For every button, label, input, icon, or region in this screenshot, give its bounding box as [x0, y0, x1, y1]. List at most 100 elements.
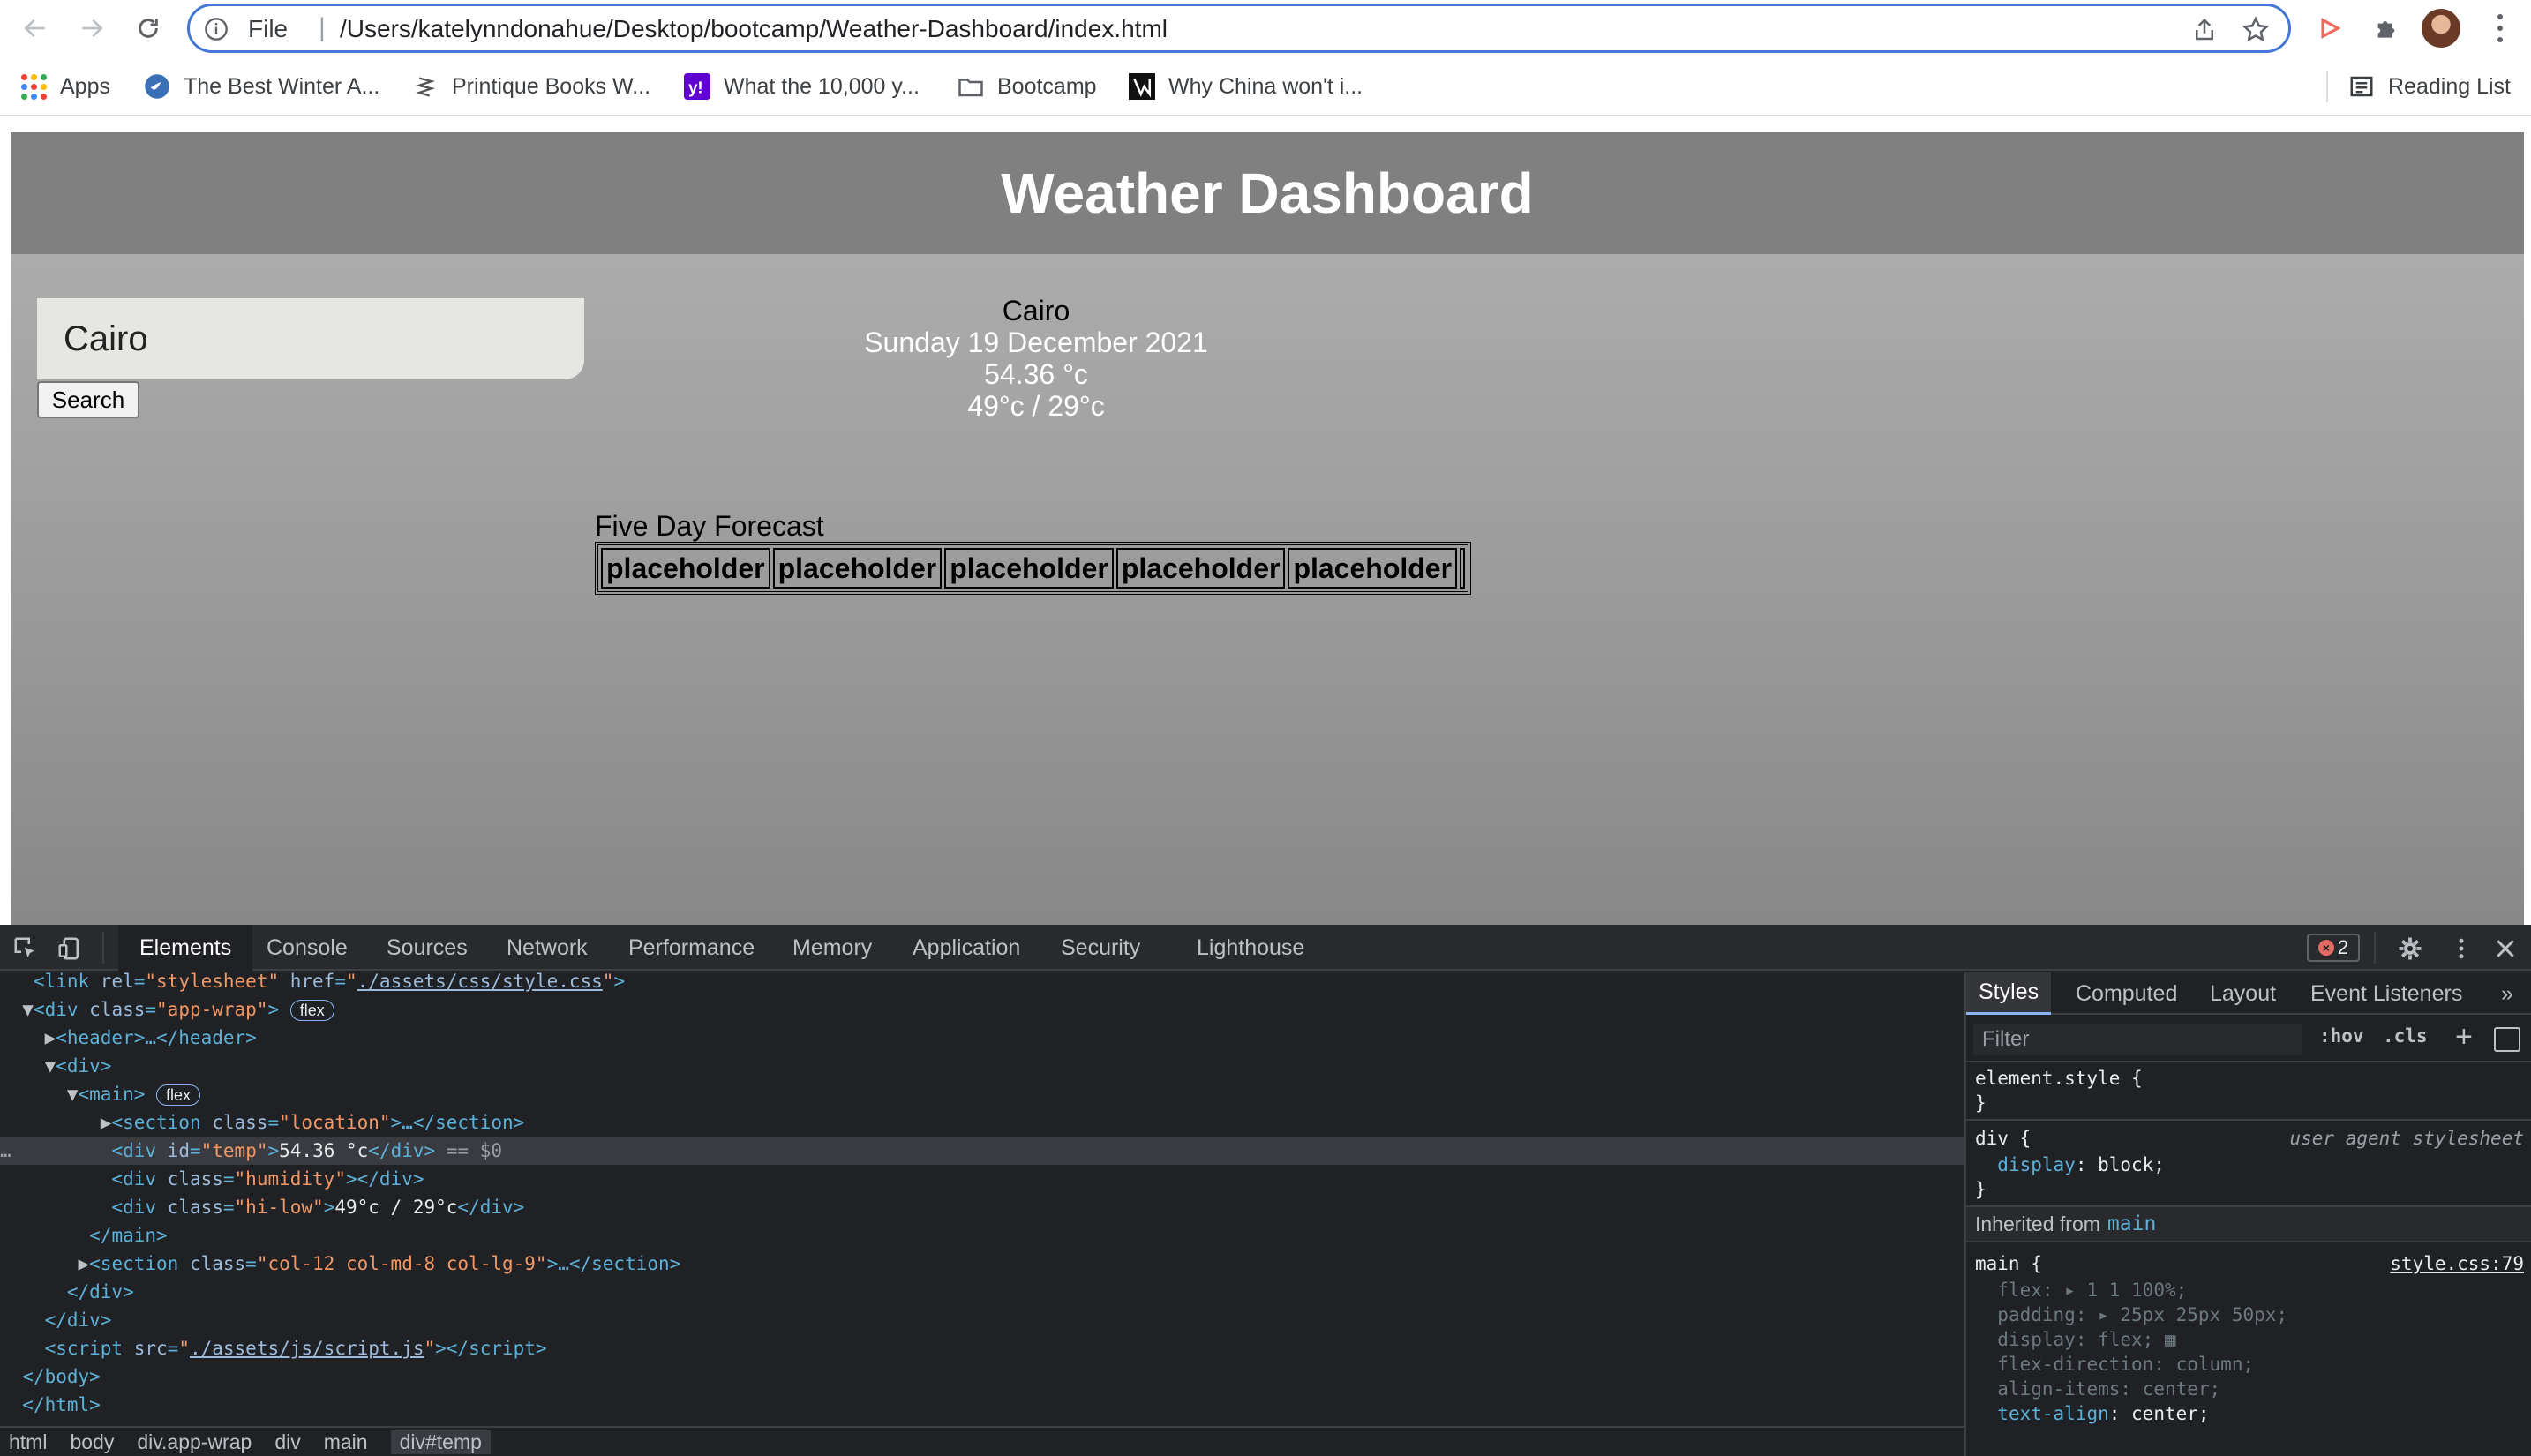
dom-node[interactable]: <div class="humidity"></div>	[0, 1165, 1964, 1193]
dom-node[interactable]: ▼<main> flex	[0, 1080, 1964, 1108]
bookmark-label: Why China won't i...	[1168, 73, 1363, 99]
tab-performance[interactable]: Performance	[628, 925, 755, 971]
dom-node[interactable]: </div>	[0, 1306, 1964, 1334]
toggle-sidebar-icon[interactable]	[2494, 1027, 2520, 1052]
css-property[interactable]: display: flex; ▦	[1975, 1327, 2175, 1352]
bookmark-label: Bootcamp	[997, 73, 1097, 99]
styles-filter-bar: Filter :hov .cls +	[1966, 1017, 2531, 1062]
flex-badge[interactable]: flex	[289, 1000, 334, 1021]
styles-sidebar: Styles Computed Layout Event Listeners »…	[1964, 972, 2531, 1456]
class-toggle[interactable]: .cls	[2383, 1025, 2428, 1047]
styles-filter-input[interactable]: Filter	[1973, 1024, 2302, 1055]
dom-node[interactable]: ▶<section class="col-12 col-md-8 col-lg-…	[0, 1250, 1964, 1278]
tab-elements[interactable]: Elements	[118, 925, 253, 971]
css-property[interactable]: display: block;	[1975, 1152, 2165, 1177]
dom-node[interactable]: ▶<section class="location">…</section>	[0, 1108, 1964, 1137]
hover-state-toggle[interactable]: :hov	[2319, 1025, 2364, 1047]
css-property[interactable]: padding: ▸ 25px 25px 50px;	[1975, 1302, 2287, 1327]
stylesheet-link[interactable]: style.css:79	[2390, 1251, 2524, 1276]
tab-event-listeners[interactable]: Event Listeners	[2310, 972, 2462, 1015]
tab-layout[interactable]: Layout	[2210, 972, 2276, 1015]
extension-cast-icon[interactable]	[2312, 11, 2347, 46]
tab-lighthouse[interactable]: Lighthouse	[1197, 925, 1304, 971]
dom-node[interactable]: <link rel="stylesheet" href="./assets/cs…	[0, 972, 1964, 995]
close-icon[interactable]	[2492, 935, 2519, 962]
more-tabs-chevron-icon[interactable]: »	[2501, 972, 2513, 1015]
forecast-cell: placeholder	[772, 548, 943, 589]
dom-node[interactable]: </div>	[0, 1278, 1964, 1306]
settings-gear-icon[interactable]	[2397, 935, 2423, 962]
browser-menu-icon[interactable]	[2487, 11, 2513, 46]
bookmark-winter[interactable]: The Best Winter A...	[143, 71, 379, 102]
element-style-selector[interactable]: element.style {	[1975, 1066, 2143, 1091]
url-text[interactable]: /Users/katelynndonahue/Desktop/bootcamp/…	[340, 15, 1168, 43]
devtools-menu-icon[interactable]	[2448, 935, 2475, 962]
share-icon[interactable]	[2191, 17, 2218, 43]
bookmark-apps[interactable]: Apps	[19, 71, 110, 102]
forward-button[interactable]	[72, 9, 111, 48]
tab-console[interactable]: Console	[267, 925, 348, 971]
tab-sources[interactable]: Sources	[387, 925, 468, 971]
bookmark-label: Apps	[60, 73, 110, 99]
breadcrumb: html body div.app-wrap div main div#temp	[0, 1426, 1964, 1456]
dom-node[interactable]: ▼<div>	[0, 1052, 1964, 1080]
breadcrumb-item[interactable]: div.app-wrap	[137, 1430, 252, 1454]
inspect-element-icon[interactable]	[12, 935, 39, 962]
dom-node[interactable]: ▶<header>…</header>	[0, 1024, 1964, 1052]
dom-node[interactable]: ▼<div class="app-wrap"> flex	[0, 995, 1964, 1024]
tab-application[interactable]: Application	[913, 925, 1020, 971]
device-toolbar-icon[interactable]	[56, 935, 83, 962]
tab-styles[interactable]: Styles	[1966, 972, 2052, 1015]
error-count-badge[interactable]: × 2	[2307, 934, 2360, 962]
reading-list-button[interactable]: Reading List	[2347, 71, 2511, 102]
back-button[interactable]	[16, 9, 55, 48]
breadcrumb-item[interactable]: main	[324, 1430, 368, 1454]
tab-security[interactable]: Security	[1061, 925, 1140, 971]
css-property[interactable]: text-align: center;	[1975, 1401, 2209, 1426]
tab-network[interactable]: Network	[507, 925, 588, 971]
toolbar-divider	[102, 932, 104, 964]
current-temp: 54.36 °c	[984, 358, 1088, 390]
dom-node[interactable]: <div class="hi-low">49°c / 29°c</div>	[0, 1193, 1964, 1221]
devtools-panel: Elements Console Sources Network Perform…	[0, 925, 2531, 1456]
profile-avatar[interactable]	[2422, 9, 2460, 48]
dom-node[interactable]: </body>	[0, 1362, 1964, 1391]
city-search-input[interactable]: Cairo	[37, 298, 584, 379]
div-rule-selector[interactable]: div {user agent stylesheet	[1975, 1126, 2524, 1151]
bookmark-printique[interactable]: Printique Books W...	[411, 71, 650, 102]
breadcrumb-item[interactable]: div	[274, 1430, 300, 1454]
tab-memory[interactable]: Memory	[792, 925, 872, 971]
search-button[interactable]: Search	[37, 381, 139, 418]
bookmark-star-icon[interactable]	[2241, 15, 2271, 45]
forecast-heading: Five Day Forecast	[595, 510, 824, 542]
main-rule-selector[interactable]: main {style.css:79	[1975, 1251, 2524, 1276]
dom-node[interactable]: </main>	[0, 1221, 1964, 1250]
css-property[interactable]: flex-direction: column;	[1975, 1352, 2254, 1377]
breadcrumb-item[interactable]: body	[70, 1430, 114, 1454]
dom-node[interactable]: </html>	[0, 1391, 1964, 1419]
css-property[interactable]: flex: ▸ 1 1 100%;	[1975, 1278, 2187, 1302]
current-date: Sunday 19 December 2021	[864, 326, 1208, 358]
add-rule-icon[interactable]: +	[2455, 1020, 2473, 1054]
extensions-puzzle-icon[interactable]	[2369, 11, 2404, 46]
info-icon[interactable]	[204, 17, 229, 41]
bookmark-folder-bootcamp[interactable]: Bootcamp	[957, 71, 1097, 102]
reload-button[interactable]	[129, 9, 168, 48]
bookmark-label: The Best Winter A...	[184, 73, 380, 99]
yahoo-icon: y!	[683, 72, 711, 101]
dom-node-selected[interactable]: … <div id="temp">54.36 °c</div> == $0	[0, 1137, 1964, 1165]
svg-text:y!: y!	[688, 79, 703, 97]
css-property[interactable]: align-items: center;	[1975, 1377, 2220, 1401]
arrow-right-icon	[82, 19, 103, 38]
dom-tree[interactable]: <link rel="stylesheet" href="./assets/cs…	[0, 972, 1964, 1426]
bookmark-china[interactable]: Why China won't i...	[1128, 71, 1363, 102]
breadcrumb-item[interactable]: html	[9, 1430, 47, 1454]
flex-badge[interactable]: flex	[156, 1084, 201, 1106]
tab-computed[interactable]: Computed	[2076, 972, 2177, 1015]
breadcrumb-item-active[interactable]: div#temp	[390, 1430, 491, 1454]
address-bar[interactable]: File | /Users/katelynndonahue/Desktop/bo…	[187, 4, 2291, 53]
bookmark-yahoo[interactable]: y! What the 10,000 y...	[683, 71, 920, 102]
dom-node[interactable]: <script src="./assets/js/script.js"></sc…	[0, 1334, 1964, 1362]
rule-close: }	[1975, 1179, 1986, 1200]
forecast-cell: placeholder	[1288, 548, 1458, 589]
